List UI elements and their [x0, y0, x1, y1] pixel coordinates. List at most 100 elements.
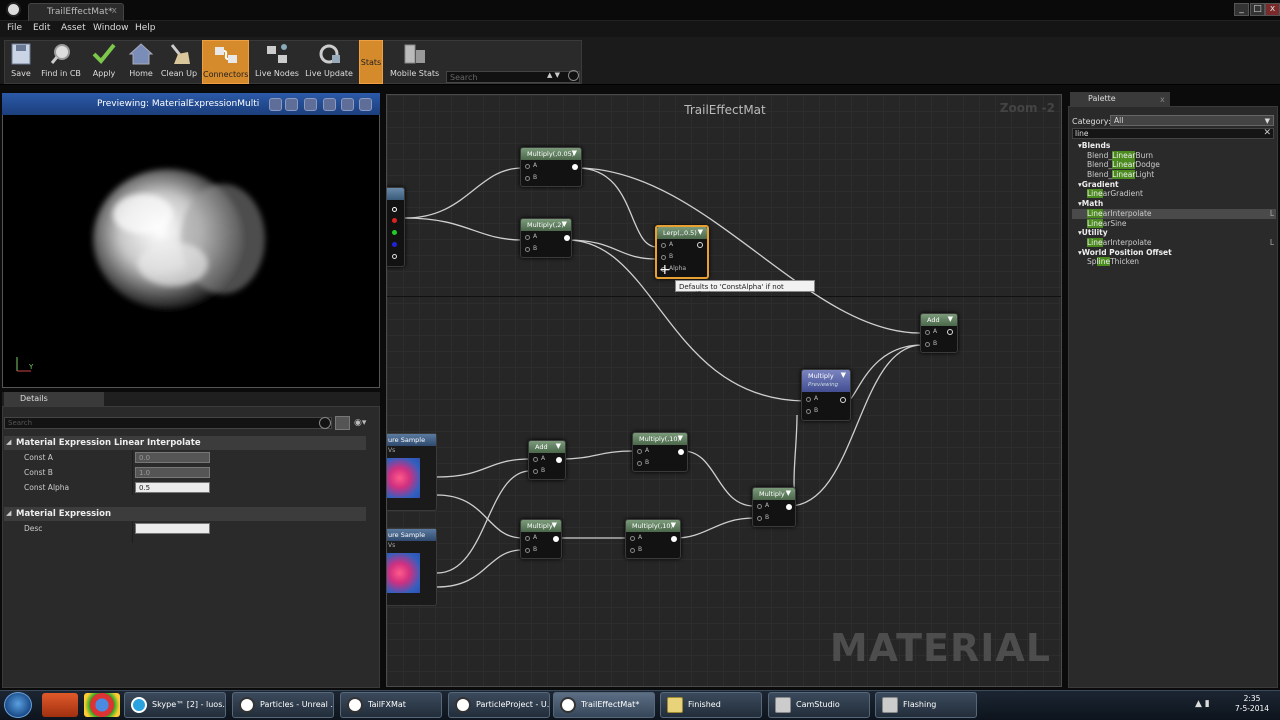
pin-a[interactable] [661, 243, 666, 248]
palette-category-row[interactable]: ▾World Position Offset [1072, 248, 1276, 258]
tray-icons[interactable]: ▲ ▮ [1195, 699, 1210, 709]
tab-trail-effect-mat[interactable]: TrailEffectMat* x [28, 3, 124, 21]
pin-b[interactable] [525, 247, 530, 252]
palette-category-row[interactable]: ▾Utility [1072, 228, 1276, 238]
task-tailfxmat[interactable]: TailFXMat [340, 692, 442, 718]
palette-item[interactable]: Blend_LinearBurn [1072, 150, 1276, 161]
save-button[interactable]: Save [6, 40, 36, 84]
node-texture-sample-2[interactable]: ure Sample Vs [387, 528, 437, 606]
clean-up-button[interactable]: Clean Up [160, 40, 198, 84]
menu-help[interactable]: Help [135, 23, 156, 33]
palette-item[interactable]: SplineThicken [1072, 257, 1276, 267]
task-skype[interactable]: Skype™ [2] - luos... [124, 692, 226, 718]
pin-a[interactable] [757, 504, 762, 509]
pin-output[interactable] [786, 504, 792, 510]
pin-b[interactable] [661, 255, 666, 260]
node-multiply-previewing[interactable]: Multiply ▼ Previewing A B [801, 369, 851, 421]
node-dropdown-icon[interactable]: ▼ [698, 228, 703, 236]
windows-start-button[interactable] [4, 692, 32, 718]
pin-b[interactable] [525, 548, 530, 553]
node-dropdown-icon[interactable]: ▼ [786, 489, 791, 497]
tab-close-icon[interactable]: x [112, 6, 117, 16]
pin-output[interactable] [697, 242, 703, 248]
pin-alpha[interactable] [392, 254, 397, 259]
node-dropdown-icon[interactable]: ▼ [671, 521, 676, 529]
palette-item[interactable]: Blend_LinearLight [1072, 170, 1276, 180]
apply-button[interactable]: Apply [88, 40, 120, 84]
section-material-expression[interactable]: Material Expression [4, 507, 366, 521]
minimize-button[interactable]: _ [1234, 3, 1249, 16]
palette-category-select[interactable]: All ▼ [1110, 115, 1274, 126]
preview-plane-icon[interactable] [304, 98, 317, 111]
collapse-arrow-icon[interactable]: ◢ [6, 509, 11, 517]
search-sort-icon[interactable]: ▲ ▼ [547, 71, 560, 79]
node-dropdown-icon[interactable]: ▼ [552, 521, 557, 529]
pin-output[interactable] [392, 207, 397, 212]
pin-a[interactable] [525, 536, 530, 541]
pin-output[interactable] [564, 235, 570, 241]
node-multiply-mid[interactable]: Multiply ▼ A B [520, 519, 562, 559]
pin-b[interactable] [525, 176, 530, 181]
pin-a[interactable] [637, 449, 642, 454]
node-dropdown-icon[interactable]: ▼ [572, 149, 577, 157]
pin-b[interactable] [757, 516, 762, 521]
palette-item[interactable]: LinearSine [1072, 218, 1276, 229]
const-b-field[interactable]: 1.0 [135, 467, 210, 478]
pin-red[interactable] [392, 218, 397, 223]
node-multiply-right[interactable]: Multiply ▼ A B [752, 487, 796, 527]
preview-sphere-icon[interactable] [285, 98, 298, 111]
desc-field[interactable] [135, 523, 210, 534]
collapse-arrow-icon[interactable]: ◢ [6, 438, 11, 446]
palette-close-icon[interactable]: x [1160, 95, 1165, 104]
chrome-icon[interactable] [84, 693, 120, 717]
system-clock[interactable]: 2:35 7-5-2014 [1228, 694, 1276, 714]
details-search-input[interactable]: Search [4, 417, 332, 429]
node-texture-sample-1[interactable]: ure Sample Vs [387, 433, 437, 511]
pin-blue[interactable] [392, 242, 397, 247]
node-multiply-10-b[interactable]: Multiply(,10) ▼ A B [625, 519, 681, 559]
stats-button[interactable]: Stats [359, 40, 383, 84]
pin-output[interactable] [947, 329, 953, 335]
live-update-button[interactable]: Live Update [305, 40, 353, 84]
pin-b[interactable] [806, 409, 811, 414]
media-player-icon[interactable] [42, 693, 78, 717]
magnifier-icon[interactable] [568, 70, 579, 81]
palette-category-row[interactable]: ▾Gradient [1072, 180, 1276, 190]
palette-item[interactable]: LinearInterpolate L [1072, 237, 1276, 248]
palette-item[interactable]: LinearInterpolate L [1072, 208, 1276, 219]
preview-mesh-icon[interactable] [341, 98, 354, 111]
pin-a[interactable] [925, 330, 930, 335]
pin-output[interactable] [553, 536, 559, 542]
task-particleproject[interactable]: ParticleProject - U... [448, 692, 550, 718]
clear-search-icon[interactable]: ✕ [1263, 128, 1271, 138]
details-grid-icon[interactable] [335, 416, 350, 430]
pin-a[interactable] [630, 536, 635, 541]
task-finished[interactable]: Finished [660, 692, 762, 718]
task-camstudio[interactable]: CamStudio [768, 692, 870, 718]
menu-window[interactable]: Window [93, 23, 129, 33]
pin-a[interactable] [525, 164, 530, 169]
menu-file[interactable]: File [7, 23, 22, 33]
preview-shape-icon[interactable] [269, 98, 282, 111]
menu-edit[interactable]: Edit [33, 23, 50, 33]
const-alpha-field[interactable]: 0.5 [135, 482, 210, 493]
pin-output[interactable] [556, 457, 562, 463]
node-dropdown-icon[interactable]: ▼ [562, 220, 567, 228]
details-search-icon[interactable] [319, 417, 331, 429]
pin-output[interactable] [678, 449, 684, 455]
node-dropdown-icon[interactable]: ▼ [948, 315, 953, 323]
preview-viewport[interactable]: Y [2, 93, 380, 388]
details-eye-icon[interactable]: ◉▾ [354, 418, 366, 428]
material-graph[interactable]: TrailEffectMat Zoom -2 MATERIAL Multiply… [386, 94, 1062, 687]
node-dropdown-icon[interactable]: ▼ [556, 442, 561, 450]
task-particles[interactable]: Particles - Unreal ... [232, 692, 334, 718]
node-multiply-0-05[interactable]: Multiply(,0.05) ▼ A B [520, 147, 582, 187]
live-nodes-button[interactable]: Live Nodes [254, 40, 300, 84]
tab-palette[interactable]: Palette [1070, 92, 1170, 106]
pin-b[interactable] [637, 461, 642, 466]
maximize-button[interactable]: □ [1250, 3, 1265, 16]
node-add-mid[interactable]: Add ▼ A B [528, 440, 566, 480]
find-in-cb-button[interactable]: Find in CB [40, 40, 82, 84]
pin-output[interactable] [572, 164, 578, 170]
pin-green[interactable] [392, 230, 397, 235]
